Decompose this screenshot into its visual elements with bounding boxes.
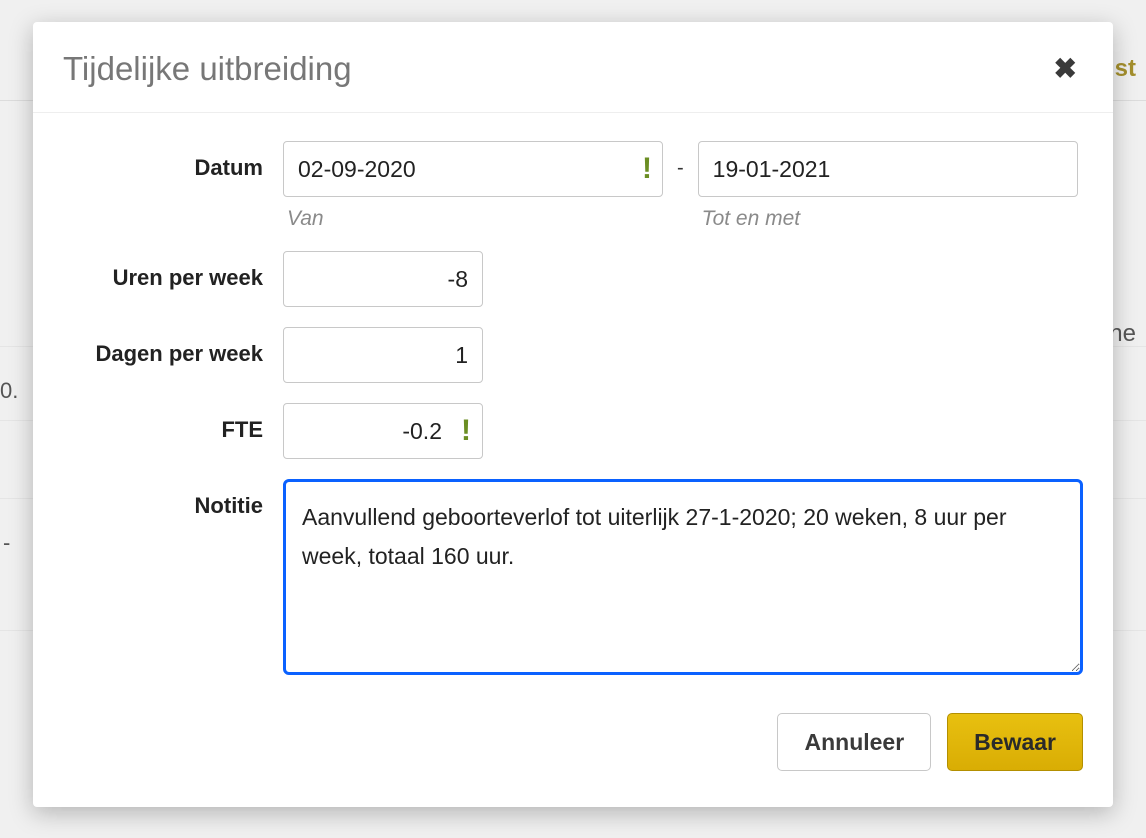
modal-footer: Annuleer Bewaar <box>33 685 1113 777</box>
hint-to: Tot en met <box>698 207 1078 231</box>
row-hours: Uren per week <box>63 251 1083 307</box>
label-note: Notitie <box>63 479 283 519</box>
date-separator: - <box>677 141 684 180</box>
date-to-input[interactable] <box>699 142 1077 196</box>
bg-crumb-mid: ne <box>1109 320 1136 348</box>
close-icon[interactable]: ✖ <box>1048 51 1083 87</box>
fte-input[interactable] <box>283 403 483 459</box>
hint-from: Van <box>283 207 663 231</box>
row-days: Dagen per week <box>63 327 1083 383</box>
bg-left-value: 0. <box>0 378 18 404</box>
date-to-wrap <box>698 141 1078 197</box>
modal-header: Tijdelijke uitbreiding ✖ <box>33 22 1113 113</box>
cancel-button[interactable]: Annuleer <box>777 713 931 771</box>
row-fte: FTE ! <box>63 403 1083 459</box>
date-from-wrap: ! <box>283 141 663 197</box>
warning-icon: ! <box>461 414 471 448</box>
bg-crumb-top: st <box>1115 55 1136 83</box>
label-days: Dagen per week <box>63 327 283 367</box>
label-date: Datum <box>63 141 283 181</box>
modal-body: Datum ! Van - Tot en met <box>33 113 1113 685</box>
bg-dash: - <box>3 530 10 556</box>
save-button[interactable]: Bewaar <box>947 713 1083 771</box>
temporary-extension-modal: Tijdelijke uitbreiding ✖ Datum ! Van - <box>33 22 1113 807</box>
label-fte: FTE <box>63 403 283 443</box>
row-note: Notitie <box>63 479 1083 675</box>
hours-input[interactable] <box>283 251 483 307</box>
modal-title: Tijdelijke uitbreiding <box>63 50 352 88</box>
date-from-input[interactable] <box>284 142 662 196</box>
label-hours: Uren per week <box>63 251 283 291</box>
row-date: Datum ! Van - Tot en met <box>63 141 1083 231</box>
days-input[interactable] <box>283 327 483 383</box>
note-textarea[interactable] <box>283 479 1083 675</box>
